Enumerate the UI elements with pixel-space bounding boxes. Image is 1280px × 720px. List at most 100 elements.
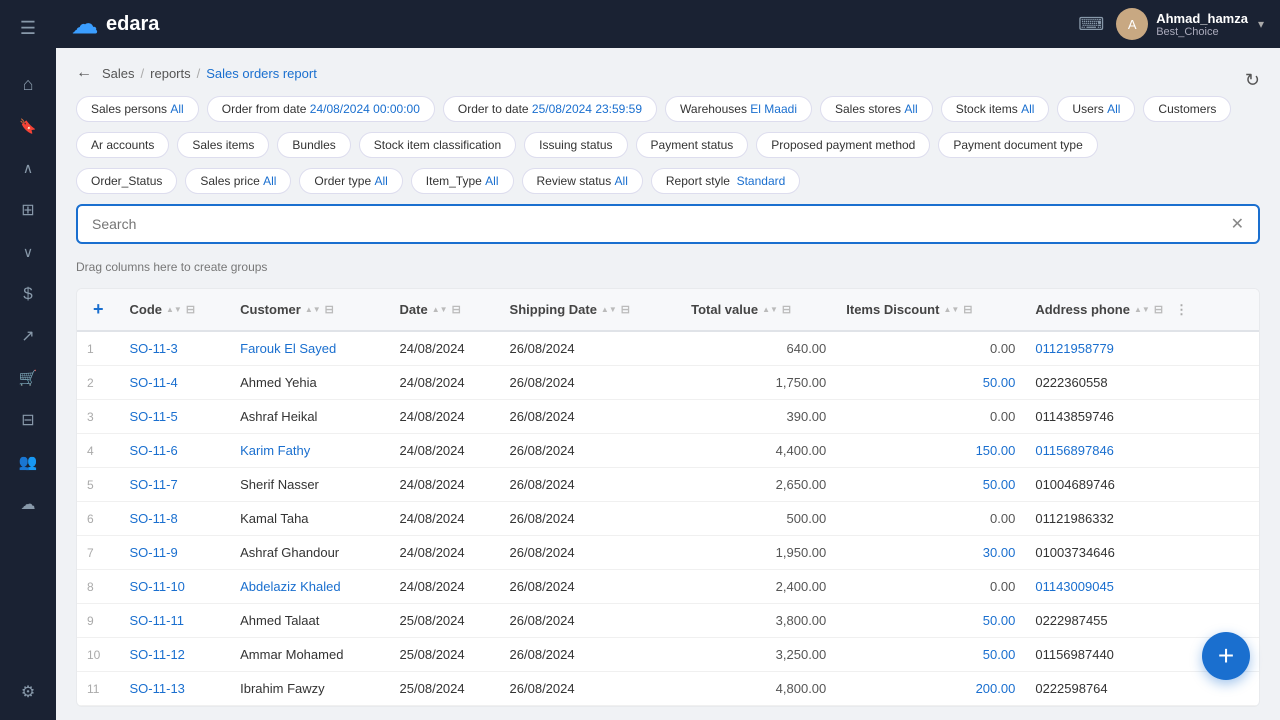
filter-payment-status[interactable]: Payment status bbox=[636, 132, 749, 158]
cell-code[interactable]: SO-11-8 bbox=[120, 502, 231, 536]
cart-icon[interactable]: 🛒 bbox=[10, 360, 46, 396]
chevron-up-icon[interactable]: ∧ bbox=[10, 150, 46, 186]
search-clear-button[interactable]: ✕ bbox=[1231, 214, 1244, 234]
cell-total-value: 390.00 bbox=[681, 400, 836, 434]
cell-customer[interactable]: Ashraf Ghandour bbox=[230, 536, 389, 570]
users-icon[interactable]: 👥 bbox=[10, 444, 46, 480]
settings-icon[interactable]: ⚙ bbox=[10, 674, 46, 710]
filter-users[interactable]: Users All bbox=[1057, 96, 1135, 122]
cloud-icon[interactable]: ☁ bbox=[10, 486, 46, 522]
grid-icon[interactable]: ⊞ bbox=[10, 192, 46, 228]
cell-date: 24/08/2024 bbox=[390, 331, 500, 366]
menu-icon[interactable]: ☰ bbox=[10, 10, 46, 46]
total-sort-icon[interactable]: ▲▼ bbox=[762, 306, 778, 314]
cell-date: 25/08/2024 bbox=[390, 604, 500, 638]
cell-items-discount: 50.00 bbox=[836, 366, 1025, 400]
cell-shipping-date: 26/08/2024 bbox=[500, 536, 682, 570]
filter-bundles[interactable]: Bundles bbox=[277, 132, 350, 158]
cell-date: 24/08/2024 bbox=[390, 468, 500, 502]
cell-customer[interactable]: Ahmed Yehia bbox=[230, 366, 389, 400]
filter-order-from-date[interactable]: Order from date 24/08/2024 00:00:00 bbox=[207, 96, 435, 122]
home-icon[interactable]: ⌂ bbox=[10, 66, 46, 102]
filter-review-status[interactable]: Review status All bbox=[522, 168, 643, 194]
back-button[interactable]: ← bbox=[76, 64, 92, 82]
cell-customer[interactable]: Karim Fathy bbox=[230, 434, 389, 468]
add-fab-button[interactable]: + bbox=[1202, 632, 1250, 680]
total-filter-icon[interactable]: ⊟ bbox=[782, 303, 791, 316]
search-input[interactable] bbox=[92, 216, 1231, 232]
cell-code[interactable]: SO-11-12 bbox=[120, 638, 231, 672]
customer-sort-icon[interactable]: ▲▼ bbox=[305, 306, 321, 314]
cell-code[interactable]: SO-11-4 bbox=[120, 366, 231, 400]
bookmark-icon[interactable]: 🔖 bbox=[10, 108, 46, 144]
code-sort-icon[interactable]: ▲▼ bbox=[166, 306, 182, 314]
cell-code[interactable]: SO-11-10 bbox=[120, 570, 231, 604]
cell-code[interactable]: SO-11-11 bbox=[120, 604, 231, 638]
avatar: A bbox=[1116, 8, 1148, 40]
cell-customer[interactable]: Sherif Nasser bbox=[230, 468, 389, 502]
filter-stock-item-classification[interactable]: Stock item classification bbox=[359, 132, 516, 158]
cell-code[interactable]: SO-11-7 bbox=[120, 468, 231, 502]
filter-issuing-status[interactable]: Issuing status bbox=[524, 132, 627, 158]
filter-sales-items[interactable]: Sales items bbox=[177, 132, 269, 158]
filter-payment-document-type[interactable]: Payment document type bbox=[938, 132, 1097, 158]
discount-filter-icon[interactable]: ⊟ bbox=[963, 303, 972, 316]
shipping-sort-icon[interactable]: ▲▼ bbox=[601, 306, 617, 314]
chart-icon[interactable]: ↗ bbox=[10, 318, 46, 354]
table-icon[interactable]: ⊟ bbox=[10, 402, 46, 438]
filter-item-type[interactable]: Item_Type All bbox=[411, 168, 514, 194]
cell-address-phone: 01143009045 bbox=[1025, 570, 1259, 604]
cell-customer[interactable]: Ibrahim Fawzy bbox=[230, 672, 389, 706]
data-table: + Code ▲▼ ⊟ Custo bbox=[76, 288, 1260, 707]
date-filter-icon[interactable]: ⊟ bbox=[452, 303, 461, 316]
breadcrumb-sales[interactable]: Sales bbox=[102, 66, 135, 81]
cell-code[interactable]: SO-11-13 bbox=[120, 672, 231, 706]
filter-order-type[interactable]: Order type All bbox=[299, 168, 402, 194]
breadcrumb-reports[interactable]: reports bbox=[150, 66, 190, 81]
filter-sales-stores[interactable]: Sales stores All bbox=[820, 96, 933, 122]
cell-code[interactable]: SO-11-6 bbox=[120, 434, 231, 468]
cell-customer[interactable]: Ashraf Heikal bbox=[230, 400, 389, 434]
filter-report-style[interactable]: Report style Standard bbox=[651, 168, 800, 194]
filter-sales-persons[interactable]: Sales persons All bbox=[76, 96, 199, 122]
cell-code[interactable]: SO-11-5 bbox=[120, 400, 231, 434]
shipping-filter-icon[interactable]: ⊟ bbox=[621, 303, 630, 316]
filter-order-status[interactable]: Order_Status bbox=[76, 168, 177, 194]
cell-customer[interactable]: Ahmed Talaat bbox=[230, 604, 389, 638]
cell-date: 24/08/2024 bbox=[390, 536, 500, 570]
chevron-down-icon[interactable]: ∨ bbox=[10, 234, 46, 270]
more-columns-icon[interactable]: ⋮ bbox=[1167, 302, 1196, 318]
row-number: 3 bbox=[77, 400, 120, 434]
user-dropdown-icon[interactable]: ▾ bbox=[1258, 17, 1264, 31]
cell-code[interactable]: SO-11-3 bbox=[120, 331, 231, 366]
cell-customer[interactable]: Kamal Taha bbox=[230, 502, 389, 536]
cell-code[interactable]: SO-11-9 bbox=[120, 536, 231, 570]
cell-shipping-date: 26/08/2024 bbox=[500, 468, 682, 502]
add-column-button[interactable]: + bbox=[87, 299, 110, 319]
cell-customer[interactable]: Abdelaziz Khaled bbox=[230, 570, 389, 604]
filter-ar-accounts[interactable]: Ar accounts bbox=[76, 132, 169, 158]
filter-stock-items[interactable]: Stock items All bbox=[941, 96, 1050, 122]
cell-items-discount: 50.00 bbox=[836, 638, 1025, 672]
user-profile[interactable]: A Ahmad_hamza Best_Choice ▾ bbox=[1116, 8, 1264, 40]
cell-customer[interactable]: Farouk El Sayed bbox=[230, 331, 389, 366]
cell-date: 25/08/2024 bbox=[390, 638, 500, 672]
discount-sort-icon[interactable]: ▲▼ bbox=[943, 306, 959, 314]
date-sort-icon[interactable]: ▲▼ bbox=[432, 306, 448, 314]
keyboard-icon[interactable]: ⌨ bbox=[1078, 14, 1104, 35]
filter-chips-row1: Sales persons All Order from date 24/08/… bbox=[76, 96, 1260, 122]
filter-order-to-date[interactable]: Order to date 25/08/2024 23:59:59 bbox=[443, 96, 657, 122]
filter-sales-price[interactable]: Sales price All bbox=[185, 168, 291, 194]
customer-filter-icon[interactable]: ⊟ bbox=[325, 303, 334, 316]
dollar-icon[interactable]: $ bbox=[10, 276, 46, 312]
phone-sort-icon[interactable]: ▲▼ bbox=[1134, 306, 1150, 314]
filter-warehouses[interactable]: Warehouses El Maadi bbox=[665, 96, 812, 122]
phone-filter-icon[interactable]: ⊟ bbox=[1154, 303, 1163, 316]
cell-customer[interactable]: Ammar Mohamed bbox=[230, 638, 389, 672]
refresh-button[interactable]: ↻ bbox=[1245, 70, 1260, 91]
filter-proposed-payment-method[interactable]: Proposed payment method bbox=[756, 132, 930, 158]
filter-customers[interactable]: Customers bbox=[1143, 96, 1231, 122]
code-filter-icon[interactable]: ⊟ bbox=[186, 303, 195, 316]
table-row: 9SO-11-11Ahmed Talaat25/08/202426/08/202… bbox=[77, 604, 1259, 638]
cell-address-phone: 01121958779 bbox=[1025, 331, 1259, 366]
